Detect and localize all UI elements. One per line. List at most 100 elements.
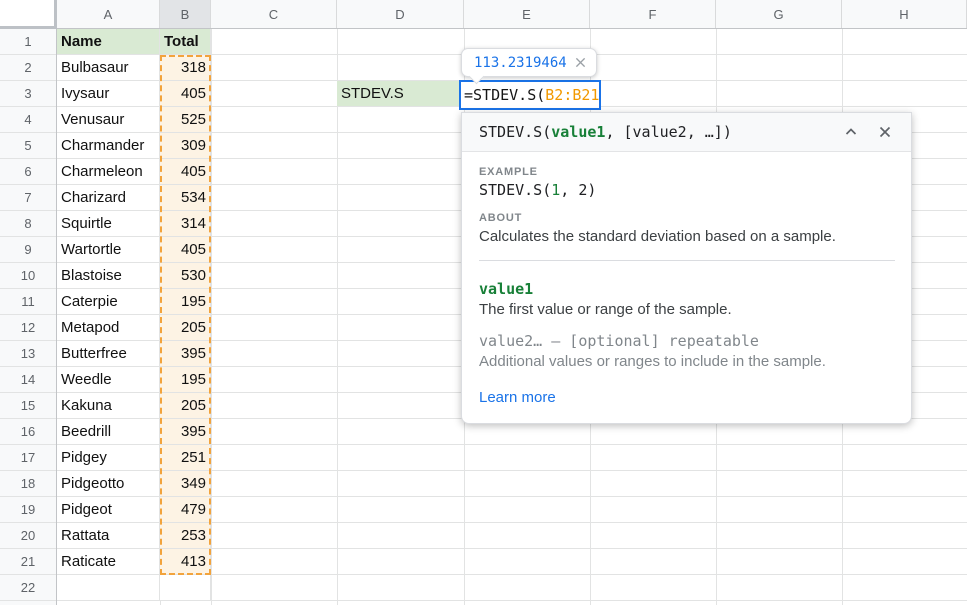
row-header-21[interactable]: 21 — [0, 549, 56, 575]
cell-name[interactable]: Venusaur — [57, 107, 160, 133]
select-all-button[interactable] — [0, 0, 57, 29]
cell-name[interactable]: Beedrill — [57, 419, 160, 445]
cell-total[interactable]: 195 — [160, 367, 211, 393]
cell-name[interactable]: Caterpie — [57, 289, 160, 315]
cell-total[interactable]: 349 — [160, 471, 211, 497]
cell-total[interactable]: 534 — [160, 185, 211, 211]
cell-total[interactable]: 253 — [160, 523, 211, 549]
cell-total[interactable]: Total — [160, 29, 211, 55]
cell-name[interactable]: Pidgey — [57, 445, 160, 471]
cell-name[interactable]: Charmander — [57, 133, 160, 159]
cell-total[interactable]: 309 — [160, 133, 211, 159]
column-header-D[interactable]: D — [337, 0, 464, 28]
table-row: Charmeleon405 — [57, 159, 212, 185]
row-header-3[interactable]: 3 — [0, 81, 56, 107]
column-header-B[interactable]: B — [160, 0, 211, 28]
row-header-20[interactable]: 20 — [0, 523, 56, 549]
popup-body: EXAMPLE STDEV.S(1, 2) ABOUT Calculates t… — [462, 152, 911, 423]
cell-name[interactable]: Squirtle — [57, 211, 160, 237]
row-header-22[interactable]: 22 — [0, 575, 56, 601]
cell-total[interactable]: 525 — [160, 107, 211, 133]
cell-total[interactable]: 314 — [160, 211, 211, 237]
row-header-11[interactable]: 11 — [0, 289, 56, 315]
example-arg1: 1 — [551, 181, 560, 199]
formula-edit-cell[interactable]: =STDEV.S(B2:B21 — [459, 80, 601, 110]
table-row: Charmander309 — [57, 133, 212, 159]
cell-name[interactable]: Name — [57, 29, 160, 55]
cell-name[interactable]: Wartortle — [57, 237, 160, 263]
cell-total[interactable] — [160, 575, 211, 601]
row-header-6[interactable]: 6 — [0, 159, 56, 185]
cell-name[interactable]: Charizard — [57, 185, 160, 211]
popup-divider — [479, 260, 895, 261]
cell-total[interactable]: 413 — [160, 549, 211, 575]
learn-more-link[interactable]: Learn more — [479, 389, 556, 406]
table-row: Pidgeotto349 — [57, 471, 212, 497]
cell-name[interactable] — [57, 575, 160, 601]
cell-name[interactable]: Raticate — [57, 549, 160, 575]
param1-name: value1 — [479, 280, 895, 298]
row-header-17[interactable]: 17 — [0, 445, 56, 471]
cell-total[interactable]: 395 — [160, 341, 211, 367]
row-header-19[interactable]: 19 — [0, 497, 56, 523]
table-row: Weedle195 — [57, 367, 212, 393]
column-header-F[interactable]: F — [590, 0, 716, 28]
row-header-18[interactable]: 18 — [0, 471, 56, 497]
row-header-5[interactable]: 5 — [0, 133, 56, 159]
column-header-G[interactable]: G — [716, 0, 842, 28]
cell-name[interactable]: Kakuna — [57, 393, 160, 419]
row-header-4[interactable]: 4 — [0, 107, 56, 133]
preview-close-icon[interactable] — [575, 57, 586, 68]
collapse-chevron-up-icon[interactable] — [839, 120, 863, 144]
popup-close-icon[interactable] — [873, 120, 897, 144]
row-header-16[interactable]: 16 — [0, 419, 56, 445]
row-header-1[interactable]: 1 — [0, 29, 56, 55]
cell-name[interactable]: Weedle — [57, 367, 160, 393]
row-header-9[interactable]: 9 — [0, 237, 56, 263]
cell-total[interactable]: 405 — [160, 237, 211, 263]
table-row: Pidgey251 — [57, 445, 212, 471]
cell-total[interactable]: 395 — [160, 419, 211, 445]
cell-total[interactable]: 405 — [160, 81, 211, 107]
table-row: Butterfree395 — [57, 341, 212, 367]
cell-d3-label[interactable]: STDEV.S — [337, 81, 464, 107]
cell-total[interactable]: 530 — [160, 263, 211, 289]
row-header-8[interactable]: 8 — [0, 211, 56, 237]
cell-total[interactable]: 251 — [160, 445, 211, 471]
column-header-A[interactable]: A — [57, 0, 160, 28]
cell-name[interactable]: Blastoise — [57, 263, 160, 289]
table-row: Kakuna205 — [57, 393, 212, 419]
cell-name[interactable]: Butterfree — [57, 341, 160, 367]
table-row: Beedrill395 — [57, 419, 212, 445]
cell-total[interactable]: 205 — [160, 393, 211, 419]
cell-total[interactable]: 318 — [160, 55, 211, 81]
row-header-15[interactable]: 15 — [0, 393, 56, 419]
cell-name[interactable]: Ivysaur — [57, 81, 160, 107]
cell-name[interactable]: Charmeleon — [57, 159, 160, 185]
table-row: Charizard534 — [57, 185, 212, 211]
row-header-13[interactable]: 13 — [0, 341, 56, 367]
cell-total[interactable]: 205 — [160, 315, 211, 341]
row-header-14[interactable]: 14 — [0, 367, 56, 393]
column-header-C[interactable]: C — [211, 0, 337, 28]
column-header-E[interactable]: E — [464, 0, 590, 28]
row-header-7[interactable]: 7 — [0, 185, 56, 211]
cell-name[interactable]: Bulbasaur — [57, 55, 160, 81]
table-row: Venusaur525 — [57, 107, 212, 133]
cell-total[interactable]: 195 — [160, 289, 211, 315]
spreadsheet: ABCDEFGH 1234567891011121314151617181920… — [0, 0, 967, 605]
row-header-12[interactable]: 12 — [0, 315, 56, 341]
about-label: ABOUT — [479, 212, 895, 224]
cell-total[interactable]: 405 — [160, 159, 211, 185]
cell-name[interactable]: Pidgeot — [57, 497, 160, 523]
cell-name[interactable]: Rattata — [57, 523, 160, 549]
table-row: Bulbasaur318 — [57, 55, 212, 81]
row-header-2[interactable]: 2 — [0, 55, 56, 81]
example-label: EXAMPLE — [479, 166, 895, 178]
cell-name[interactable]: Metapod — [57, 315, 160, 341]
cell-total[interactable]: 479 — [160, 497, 211, 523]
function-help-popup: STDEV.S(value1, [value2, …]) EXAMPLE STD… — [461, 112, 912, 424]
column-header-H[interactable]: H — [842, 0, 967, 28]
row-header-10[interactable]: 10 — [0, 263, 56, 289]
cell-name[interactable]: Pidgeotto — [57, 471, 160, 497]
